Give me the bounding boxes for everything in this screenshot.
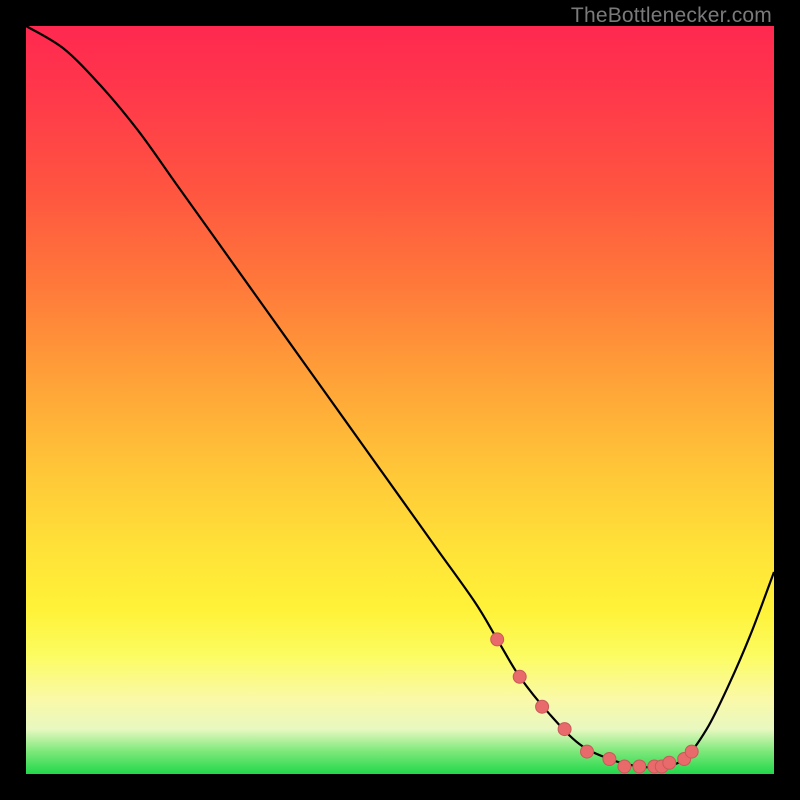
- watermark-text: TheBottlenecker.com: [571, 4, 772, 28]
- marker-dot: [558, 723, 571, 736]
- marker-dot: [491, 633, 504, 646]
- plot-area: [26, 26, 774, 774]
- marker-dot: [603, 753, 616, 766]
- marker-dot: [513, 670, 526, 683]
- marker-dot: [618, 760, 631, 773]
- marker-dot: [536, 700, 549, 713]
- marker-dot: [685, 745, 698, 758]
- bottleneck-curve-line: [26, 26, 774, 767]
- chart-svg: [26, 26, 774, 774]
- marker-dot: [633, 760, 646, 773]
- marker-dot: [663, 756, 676, 769]
- marker-dot: [581, 745, 594, 758]
- chart-frame: TheBottlenecker.com: [0, 0, 800, 800]
